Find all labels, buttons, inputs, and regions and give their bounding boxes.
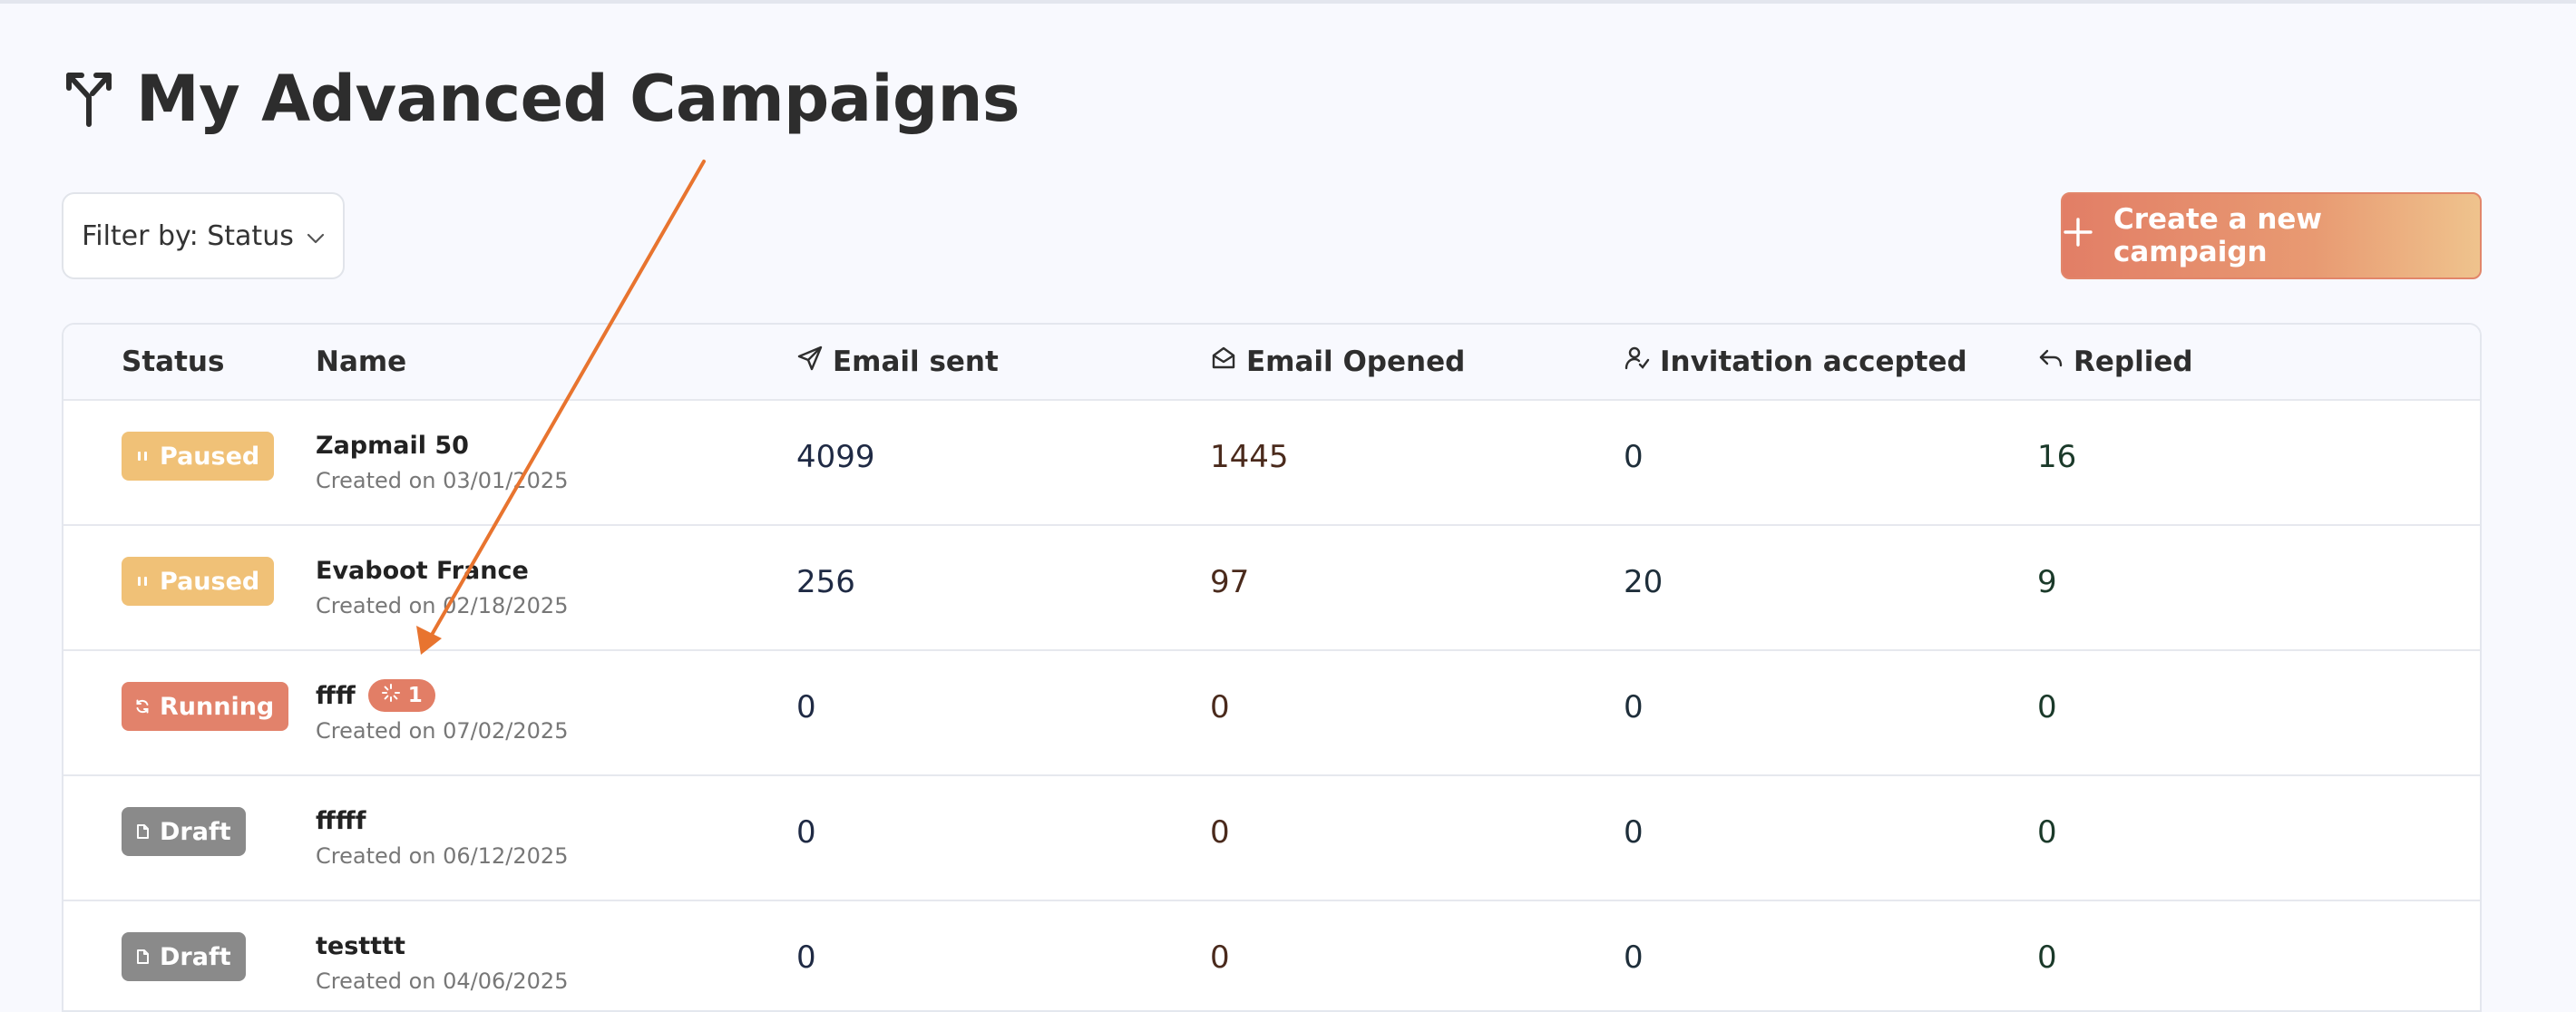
column-header-label: Replied: [2073, 345, 2193, 378]
status-badge: Paused: [122, 557, 275, 606]
status-label: Draft: [160, 942, 231, 971]
email-opened-value: 0: [1210, 814, 1230, 851]
replied-value: 0: [2037, 814, 2057, 851]
column-header-label: Name: [316, 345, 407, 378]
created-date: Created on 02/18/2025: [316, 593, 569, 618]
email-sent-value: 0: [796, 689, 816, 725]
invitation-accepted-value: 0: [1624, 939, 1644, 976]
campaign-name-cell: Zapmail 50 Created on 03/01/2025: [316, 428, 569, 494]
status-label: Draft: [160, 817, 231, 846]
top-divider: [0, 0, 2576, 4]
email-sent-value: 0: [796, 814, 816, 851]
column-header-label: Email sent: [833, 345, 999, 378]
campaign-name-link[interactable]: Evaboot France: [316, 557, 529, 585]
campaign-name-cell: testttt Created on 04/06/2025: [316, 929, 569, 995]
column-header-label: Status: [122, 345, 225, 378]
step-count: 1: [407, 684, 423, 707]
created-date: Created on 03/01/2025: [316, 468, 569, 493]
filter-label: Filter by: Status: [82, 219, 294, 252]
send-icon: [796, 345, 824, 379]
page-header: My Advanced Campaigns: [62, 58, 1020, 140]
invitation-accepted-value: 20: [1624, 564, 1664, 600]
email-opened-value: 0: [1210, 689, 1230, 725]
chevron-down-icon: [307, 220, 325, 252]
replied-value: 9: [2037, 564, 2057, 600]
plus-icon: [2063, 217, 2093, 255]
invitation-accepted-value: 0: [1624, 439, 1644, 475]
created-date: Created on 04/06/2025: [316, 968, 569, 994]
status-label: Paused: [160, 567, 260, 596]
invitation-accepted-value: 0: [1624, 689, 1644, 725]
table-row[interactable]: Paused Evaboot France Created on 02/18/2…: [63, 524, 2480, 649]
campaign-name-cell: Evaboot France Created on 02/18/2025: [316, 553, 569, 619]
column-header-label: Invitation accepted: [1660, 345, 1967, 378]
email-sent-value: 256: [796, 564, 855, 600]
split-arrow-icon: [62, 70, 116, 128]
column-header-email-opened: Email Opened: [1210, 325, 1465, 399]
campaign-name-cell: fffff Created on 06/12/2025: [316, 803, 569, 870]
page-title: My Advanced Campaigns: [136, 62, 1020, 136]
created-date: Created on 07/02/2025: [316, 718, 569, 744]
envelope-open-icon: [1210, 345, 1237, 379]
table-row[interactable]: Draft fffff Created on 06/12/2025 0 0 0 …: [63, 774, 2480, 900]
status-filter-dropdown[interactable]: Filter by: Status: [62, 192, 345, 279]
email-sent-value: 0: [796, 939, 816, 976]
create-campaign-label: Create a new campaign: [2113, 203, 2323, 268]
email-opened-value: 97: [1210, 564, 1250, 600]
replied-value: 0: [2037, 689, 2057, 725]
table-row[interactable]: Paused Zapmail 50 Created on 03/01/2025 …: [63, 399, 2480, 524]
status-label: Paused: [160, 442, 260, 471]
table-row[interactable]: Draft testttt Created on 04/06/2025 0 0 …: [63, 900, 2480, 1010]
table-row[interactable]: Running ffff 1 Created on 07/02/2025 0 0…: [63, 649, 2480, 774]
status-badge: Draft: [122, 807, 246, 856]
column-header-invitation-accepted: Invitation accepted: [1624, 325, 1967, 399]
table-header: Status Name Email sent Email Opened Invi…: [63, 325, 2480, 399]
campaign-name-link[interactable]: fffff: [316, 807, 366, 835]
loader-icon: [381, 683, 401, 708]
status-badge: Running: [122, 682, 289, 731]
campaign-name-link[interactable]: Zapmail 50: [316, 432, 469, 460]
refresh-icon: [134, 693, 151, 721]
column-header-replied: Replied: [2037, 325, 2193, 399]
created-date: Created on 06/12/2025: [316, 843, 569, 869]
file-icon: [134, 818, 151, 846]
email-opened-value: 1445: [1210, 439, 1289, 475]
email-opened-value: 0: [1210, 939, 1230, 976]
replied-value: 0: [2037, 939, 2057, 976]
invitation-accepted-value: 0: [1624, 814, 1644, 851]
replied-value: 16: [2037, 439, 2077, 475]
file-icon: [134, 943, 151, 971]
campaign-name-link[interactable]: testttt: [316, 932, 405, 960]
campaign-name-cell: ffff 1 Created on 07/02/2025: [316, 678, 568, 744]
column-header-status: Status: [122, 325, 224, 399]
status-badge: Draft: [122, 932, 246, 981]
reply-icon: [2037, 345, 2064, 379]
campaigns-table: Status Name Email sent Email Opened Invi…: [62, 323, 2482, 1012]
campaign-name-link[interactable]: ffff: [316, 682, 356, 710]
pause-icon: [134, 443, 151, 471]
user-check-icon: [1624, 345, 1651, 379]
active-step-chip[interactable]: 1: [367, 679, 435, 712]
create-campaign-button[interactable]: Create a new campaign: [2061, 192, 2482, 279]
status-label: Running: [160, 692, 275, 721]
email-sent-value: 4099: [796, 439, 875, 475]
column-header-label: Email Opened: [1246, 345, 1466, 378]
pause-icon: [134, 568, 151, 596]
column-header-email-sent: Email sent: [796, 325, 999, 399]
column-header-name: Name: [316, 325, 406, 399]
status-badge: Paused: [122, 432, 275, 481]
